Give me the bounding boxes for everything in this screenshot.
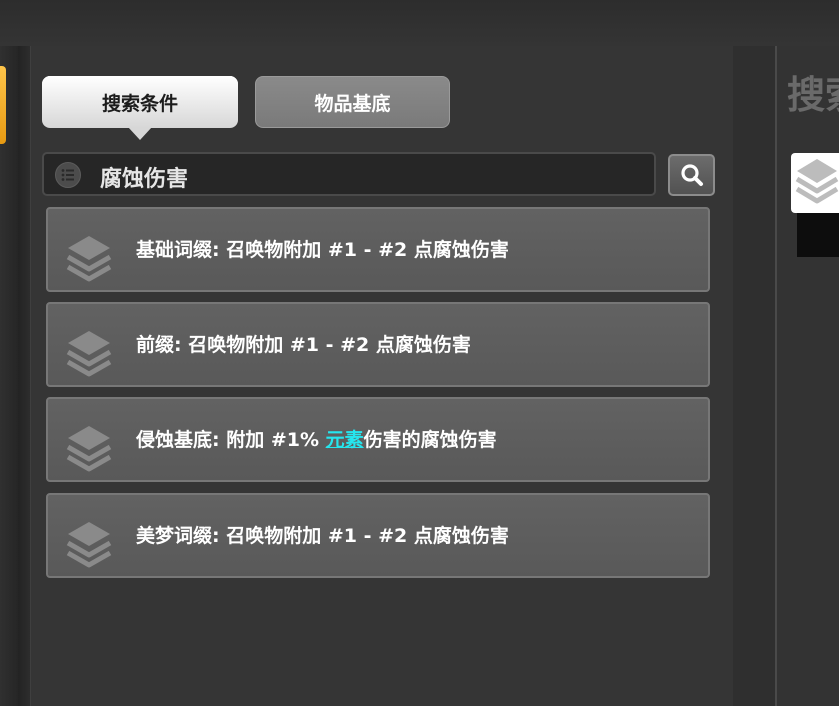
layers-icon — [66, 426, 112, 472]
list-icon[interactable] — [55, 162, 81, 188]
result-item-label: 基础词缀: 召唤物附加 #1 - #2 点腐蚀伤害 — [136, 239, 509, 261]
result-item-erosion-base[interactable]: 侵蚀基底: 附加 #1% 元素伤害的腐蚀伤害 — [46, 397, 710, 482]
right-item-thumbnail[interactable] — [791, 153, 839, 213]
search-icon — [680, 164, 703, 186]
result-item-label: 美梦词缀: 召唤物附加 #1 - #2 点腐蚀伤害 — [136, 525, 509, 547]
right-panel — [775, 46, 839, 706]
tab-search-conditions[interactable]: 搜索条件 — [42, 76, 238, 128]
result-item-base-affix[interactable]: 基础词缀: 召唤物附加 #1 - #2 点腐蚀伤害 — [46, 207, 710, 292]
layers-icon — [66, 331, 112, 377]
result-text-after: 伤害的腐蚀伤害 — [363, 429, 497, 451]
panel-gap — [733, 46, 775, 706]
result-item-label: 侵蚀基底: 附加 #1% 元素伤害的腐蚀伤害 — [136, 425, 497, 452]
search-input[interactable]: 腐蚀伤害 — [42, 152, 656, 196]
tab-item-base[interactable]: 物品基底 — [255, 76, 450, 128]
result-item-label: 前缀: 召唤物附加 #1 - #2 点腐蚀伤害 — [136, 334, 471, 356]
result-item-prefix[interactable]: 前缀: 召唤物附加 #1 - #2 点腐蚀伤害 — [46, 302, 710, 387]
layers-icon — [795, 159, 839, 204]
result-text-before: 侵蚀基底: 附加 #1% — [136, 429, 326, 451]
panel-divider — [18, 46, 30, 706]
active-tab-pointer — [128, 127, 152, 140]
result-item-dream-affix[interactable]: 美梦词缀: 召唤物附加 #1 - #2 点腐蚀伤害 — [46, 493, 710, 578]
right-panel-title: 搜索 — [787, 73, 839, 117]
right-thumbnail-shadow — [797, 213, 839, 257]
search-button[interactable] — [668, 154, 715, 196]
search-input-value[interactable]: 腐蚀伤害 — [100, 161, 188, 193]
element-keyword-link[interactable]: 元素 — [326, 429, 364, 451]
left-collapsed-panel — [0, 46, 19, 706]
layers-icon — [66, 522, 112, 568]
layers-icon — [66, 236, 112, 282]
left-panel-tab[interactable] — [0, 66, 6, 144]
top-bar — [0, 0, 839, 47]
